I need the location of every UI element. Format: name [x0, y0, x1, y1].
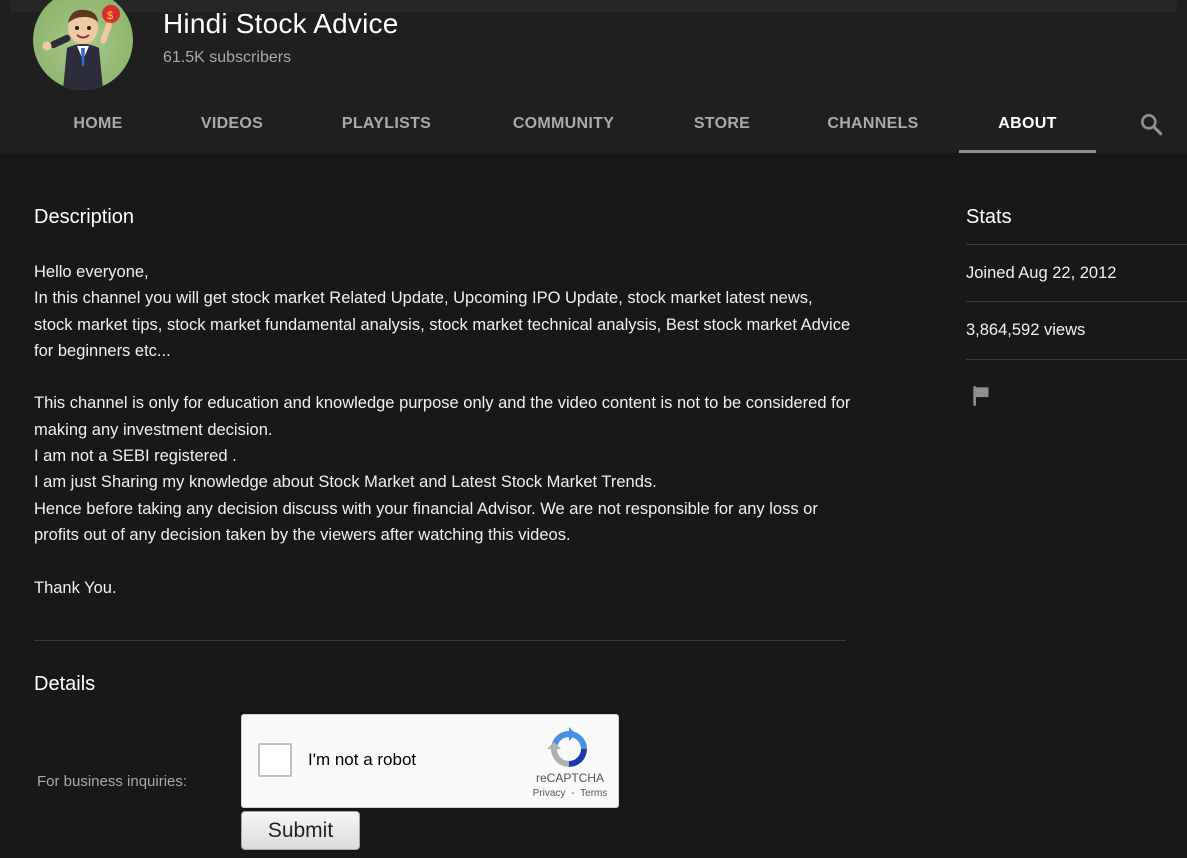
- channel-header: $ Hindi Stock Advice 61.5K subscribers H…: [0, 0, 1187, 153]
- recaptcha-logo-icon: [547, 727, 587, 767]
- tab-home[interactable]: HOME: [58, 95, 138, 153]
- channel-search-button[interactable]: [1134, 107, 1168, 141]
- channel-avatar[interactable]: $: [33, 0, 133, 90]
- recaptcha-links: Privacy - Terms: [522, 788, 618, 799]
- business-inquiries-label: For business inquiries:: [37, 773, 188, 790]
- tab-playlists[interactable]: PLAYLISTS: [328, 95, 445, 153]
- cartoon-businessman-icon: $: [42, 5, 120, 90]
- tab-community[interactable]: COMMUNITY: [497, 95, 630, 153]
- tab-channels[interactable]: CHANNELS: [814, 95, 932, 153]
- channel-tabs: HOME VIDEOS PLAYLISTS COMMUNITY STORE CH…: [0, 95, 1187, 153]
- channel-name: Hindi Stock Advice: [163, 8, 399, 39]
- recaptcha-checkbox[interactable]: [258, 743, 292, 777]
- tab-about[interactable]: ABOUT: [959, 95, 1096, 153]
- recaptcha-brand: reCAPTCHA: [535, 771, 604, 785]
- details-heading: Details: [34, 673, 96, 695]
- view-count: 3,864,592 views: [966, 321, 1086, 339]
- search-icon: [1141, 114, 1163, 136]
- description-text: Hello everyone, In this channel you will…: [34, 263, 851, 597]
- report-user-button[interactable]: [969, 383, 995, 409]
- stats-divider: [966, 244, 1187, 245]
- svg-text:$: $: [107, 10, 113, 22]
- recaptcha-privacy-link[interactable]: Privacy: [533, 788, 566, 799]
- joined-date: Joined Aug 22, 2012: [966, 264, 1117, 282]
- stats-divider: [966, 301, 1187, 302]
- tab-videos[interactable]: VIDEOS: [187, 95, 277, 153]
- recaptcha-terms-link[interactable]: Terms: [580, 788, 607, 799]
- recaptcha-label: I'm not a robot: [308, 750, 417, 769]
- description-divider: [34, 640, 846, 641]
- recaptcha-widget: I'm not a robot reCAPTCHA Privacy - Term…: [241, 714, 619, 808]
- stats-divider: [966, 359, 1187, 360]
- flag-icon: [973, 386, 989, 406]
- tab-store[interactable]: STORE: [681, 95, 763, 153]
- subscriber-count: 61.5K subscribers: [163, 49, 292, 66]
- description-heading: Description: [34, 206, 135, 228]
- submit-button[interactable]: Submit: [241, 811, 360, 850]
- recaptcha-separator: -: [571, 788, 575, 799]
- stats-heading: Stats: [966, 206, 1012, 228]
